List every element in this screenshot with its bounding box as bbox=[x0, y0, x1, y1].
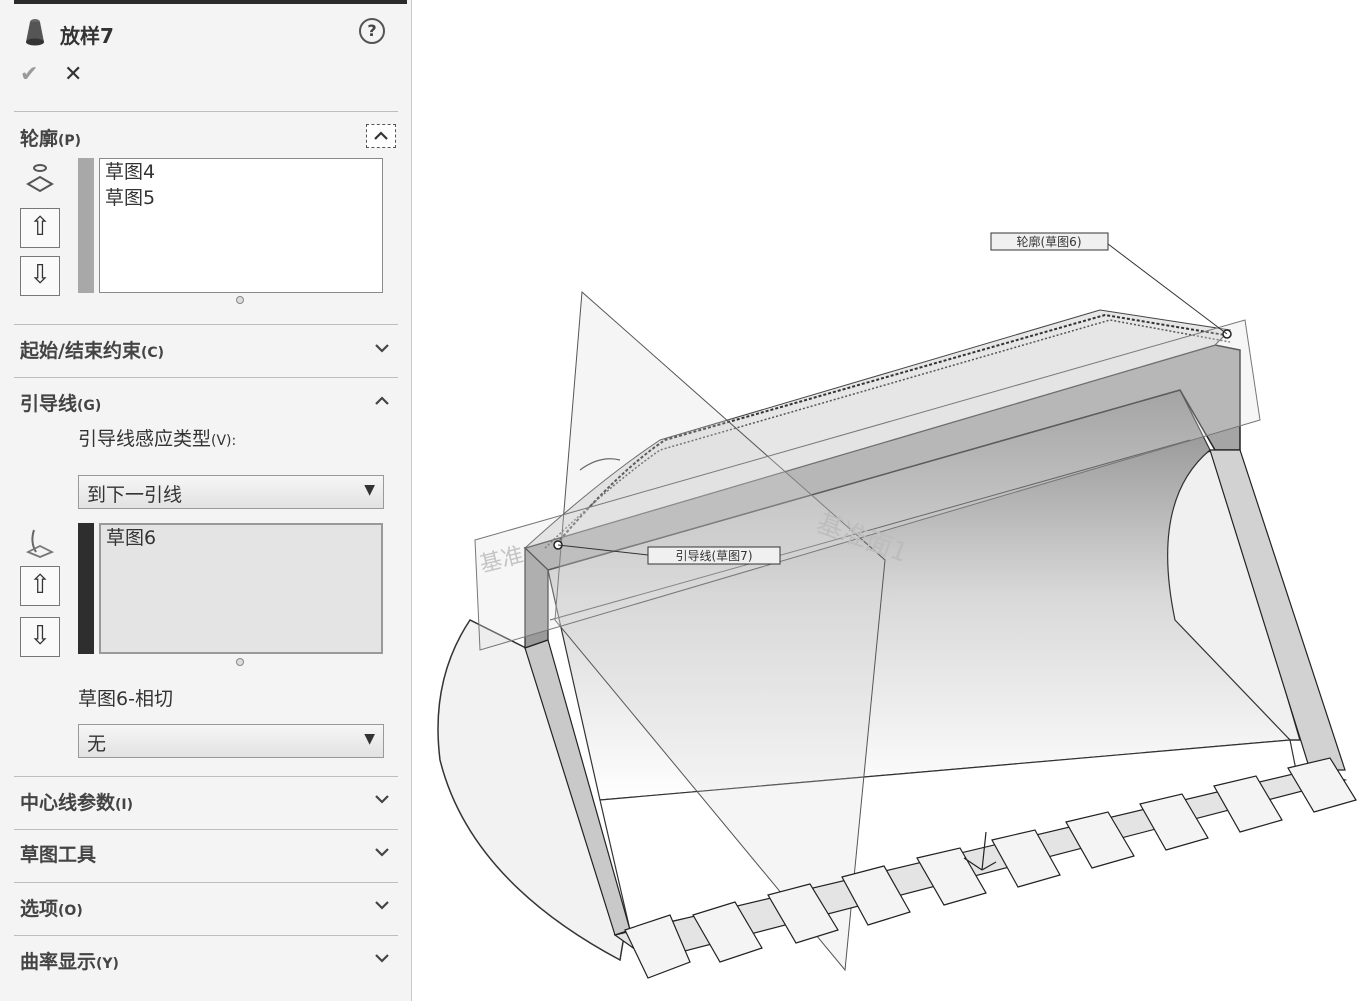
panel-top-bar bbox=[14, 0, 407, 4]
influence-type-label: 引导线感应类型(V): bbox=[78, 428, 237, 450]
profile-color-bar bbox=[78, 158, 94, 293]
tangency-label: 草图6-相切 bbox=[78, 688, 173, 710]
chevron-down-icon: ▼ bbox=[364, 731, 375, 747]
guide-color-bar bbox=[78, 523, 94, 654]
chevron-down-icon[interactable] bbox=[372, 789, 392, 809]
divider bbox=[14, 377, 398, 378]
influence-type-select[interactable]: 到下一引线 ▼ bbox=[78, 475, 384, 509]
options-section-title[interactable]: 选项(O) bbox=[20, 894, 83, 921]
resize-handle[interactable] bbox=[236, 658, 244, 666]
move-up-button[interactable]: ⇧ bbox=[20, 208, 60, 248]
list-item[interactable]: 草图4 bbox=[100, 159, 382, 185]
profile-callout: 轮廓(草图6) bbox=[1017, 234, 1082, 249]
profile-icon bbox=[26, 164, 54, 193]
chevron-down-icon: ▼ bbox=[364, 482, 375, 498]
tangency-value: 无 bbox=[87, 733, 107, 755]
chevron-up-icon bbox=[374, 131, 388, 140]
influence-type-value: 到下一引线 bbox=[87, 484, 183, 506]
chevron-down-icon[interactable] bbox=[372, 842, 392, 862]
collapse-profiles-button[interactable] bbox=[366, 124, 396, 148]
divider bbox=[14, 111, 398, 112]
guide-curve-icon bbox=[25, 529, 55, 558]
start-end-section-title[interactable]: 起始/结束约束(C) bbox=[20, 336, 164, 363]
divider bbox=[14, 829, 398, 830]
list-item[interactable]: 草图5 bbox=[100, 185, 382, 211]
help-icon[interactable]: ? bbox=[359, 18, 385, 44]
chevron-up-icon[interactable] bbox=[372, 391, 392, 411]
move-down-button[interactable]: ⇩ bbox=[20, 617, 60, 657]
sketch-tools-section-title[interactable]: 草图工具 bbox=[20, 840, 96, 867]
profiles-list[interactable]: 草图4 草图5 bbox=[99, 158, 383, 293]
divider bbox=[14, 882, 398, 883]
checkmark-icon[interactable]: ✔ bbox=[20, 64, 42, 86]
guide-curves-list[interactable]: 草图6 bbox=[99, 523, 383, 654]
bucket-model: 轮廓(草图6) 引导线(草图7) 基准面1 基准 bbox=[437, 232, 1357, 979]
property-manager-panel: 放样7 ? ✔ ✕ 轮廓(P) ⇧ ⇩ 草图4 草图5 起始/结束约束(C) 引… bbox=[0, 0, 412, 1001]
resize-handle[interactable] bbox=[236, 296, 244, 304]
profiles-section-title[interactable]: 轮廓(P) bbox=[20, 124, 81, 151]
close-icon[interactable]: ✕ bbox=[64, 64, 86, 86]
curvature-section-title[interactable]: 曲率显示(Y) bbox=[20, 947, 119, 974]
centerline-section-title[interactable]: 中心线参数(I) bbox=[20, 788, 133, 815]
feature-title: 放样7 bbox=[60, 24, 114, 48]
graphics-viewport[interactable]: 轮廓(草图6) 引导线(草图7) 基准面1 基准 bbox=[412, 0, 1360, 1001]
loft-feature-icon bbox=[26, 19, 44, 46]
chevron-down-icon[interactable] bbox=[372, 338, 392, 358]
divider bbox=[14, 776, 398, 777]
chevron-down-icon[interactable] bbox=[372, 895, 392, 915]
guide-callout: 引导线(草图7) bbox=[676, 549, 753, 563]
tangency-select[interactable]: 无 ▼ bbox=[78, 724, 384, 758]
divider bbox=[14, 324, 398, 325]
guide-section-title[interactable]: 引导线(G) bbox=[20, 389, 101, 416]
divider bbox=[14, 935, 398, 936]
move-down-button[interactable]: ⇩ bbox=[20, 256, 60, 296]
feature-header: 放样7 ? bbox=[18, 14, 390, 50]
chevron-down-icon[interactable] bbox=[372, 948, 392, 968]
move-up-button[interactable]: ⇧ bbox=[20, 566, 60, 606]
list-item[interactable]: 草图6 bbox=[101, 525, 381, 551]
